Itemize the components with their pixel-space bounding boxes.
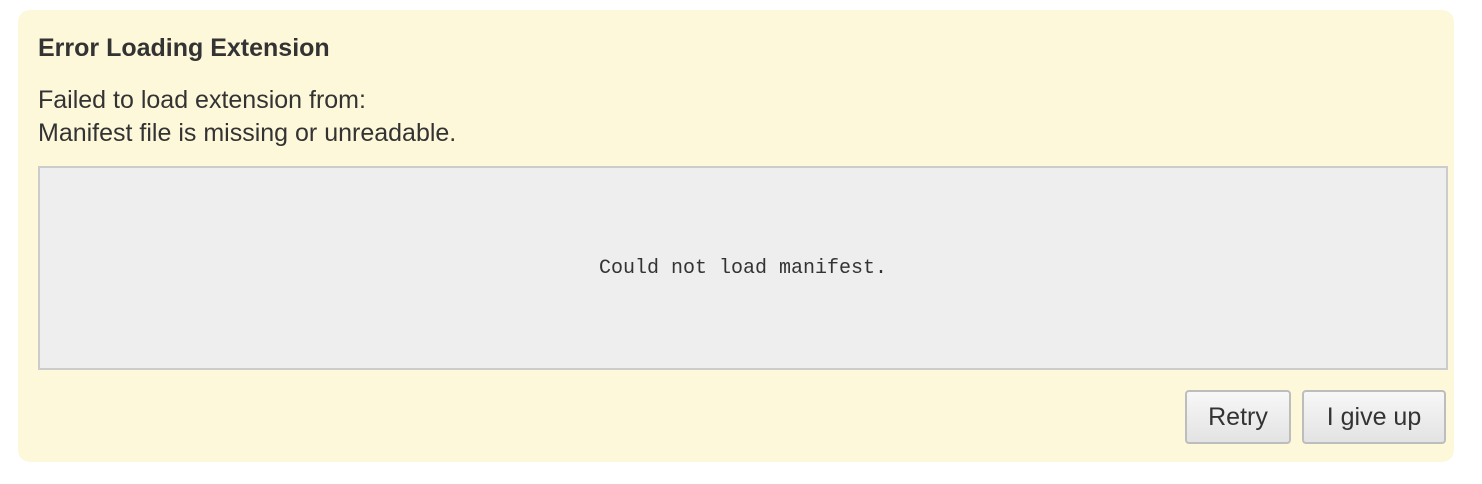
error-details-box: Could not load manifest. <box>38 166 1448 370</box>
dialog-button-row: Retry I give up <box>1185 390 1446 444</box>
dialog-title: Error Loading Extension <box>38 34 330 62</box>
error-message: Failed to load extension from: Manifest … <box>38 84 456 150</box>
error-message-line-1: Failed to load extension from: <box>38 86 366 114</box>
error-message-line-2: Manifest file is missing or unreadable. <box>38 119 457 147</box>
error-details-text: Could not load manifest. <box>598 256 888 280</box>
retry-button[interactable]: Retry <box>1185 390 1291 444</box>
give-up-button[interactable]: I give up <box>1302 390 1446 444</box>
error-dialog: Error Loading Extension Failed to load e… <box>18 10 1454 462</box>
